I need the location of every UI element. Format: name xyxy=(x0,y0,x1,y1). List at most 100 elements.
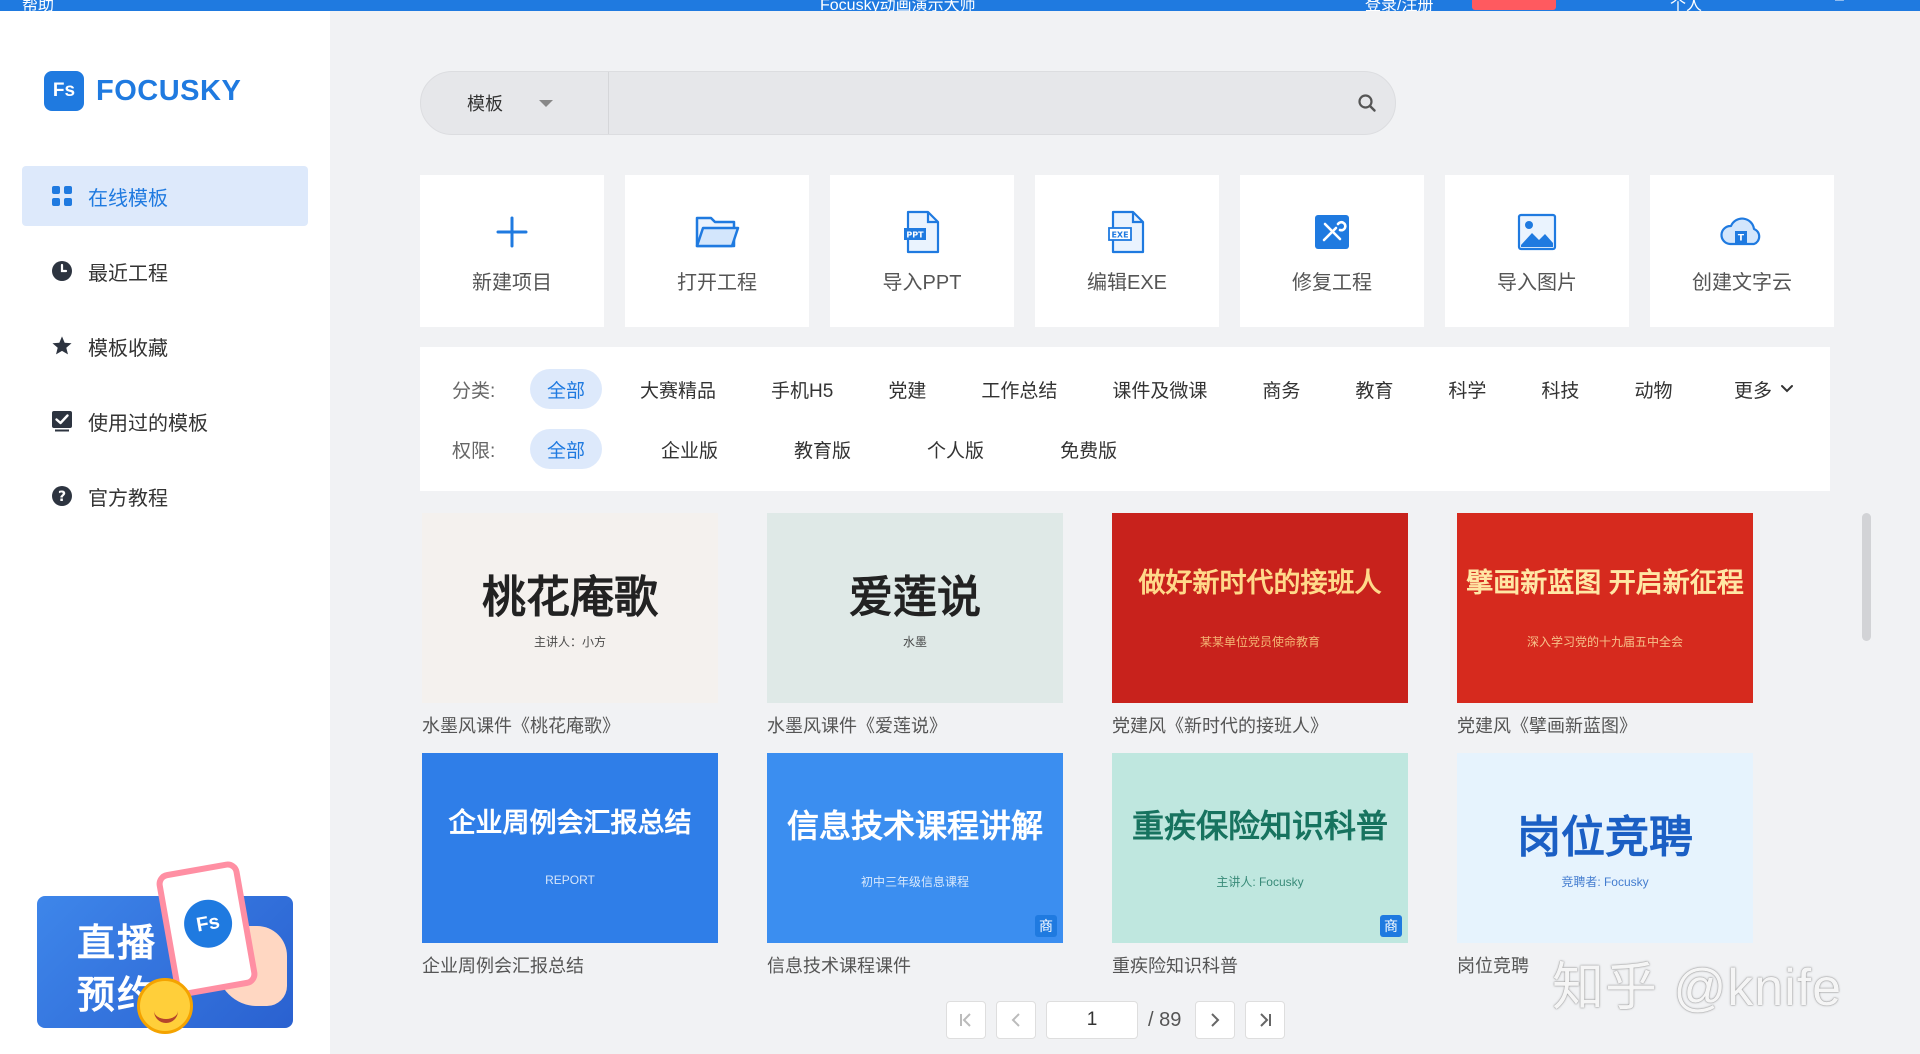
repair-icon xyxy=(1308,208,1356,256)
template-thumbnail[interactable]: 做好新时代的接班人 某某单位党员使命教育 xyxy=(1112,513,1408,703)
first-page-button[interactable] xyxy=(946,1001,986,1039)
category-chip[interactable]: 科学 xyxy=(1431,369,1503,409)
template-card[interactable]: 擘画新蓝图 开启新征程 深入学习党的十九届五中全会党建风《擘画新蓝图》 xyxy=(1457,513,1753,738)
permission-filter-label: 权限: xyxy=(452,440,496,462)
new-project-button[interactable]: 新建项目 xyxy=(420,175,604,327)
page-number-input[interactable] xyxy=(1046,1001,1138,1039)
template-thumbnail[interactable]: 企业周例会汇报总结 REPORT xyxy=(422,753,718,943)
prev-page-button[interactable] xyxy=(996,1001,1036,1039)
sidebar-item-favorites[interactable]: 模板收藏 xyxy=(22,316,308,376)
category-chip[interactable]: 动物 xyxy=(1617,369,1689,409)
permission-filter-row: 权限: 全部 企业版 教育版 个人版 免费版 xyxy=(420,427,1176,471)
app-logo: Fs FOCUSKY xyxy=(44,71,241,111)
zhihu-watermark: 知乎 @knife xyxy=(1552,959,1843,1017)
permission-chip[interactable]: 企业版 xyxy=(644,429,735,469)
user-menu[interactable]: 个人 xyxy=(1670,0,1702,11)
thumbnail-title: 信息技术课程讲解 xyxy=(786,808,1043,844)
create-word-cloud-button[interactable]: T 创建文字云 xyxy=(1650,175,1834,327)
sidebar-nav: 在线模板 最近工程 模板收藏 使用过的模板 ? 官方教程 xyxy=(22,166,308,541)
template-card[interactable]: 桃花庵歌 主讲人：小方水墨风课件《桃花庵歌》 xyxy=(422,513,718,738)
permission-chip[interactable]: 全部 xyxy=(530,429,603,469)
sidebar: Fs FOCUSKY 在线模板 最近工程 模板收藏 使用过的模板 ? 官方教程 … xyxy=(0,11,330,1054)
edit-exe-button[interactable]: EXE 编辑EXE xyxy=(1035,175,1219,327)
thumbnail-subtitle: 某某单位党员使命教育 xyxy=(1199,635,1320,649)
category-chip[interactable]: 手机H5 xyxy=(754,369,850,409)
template-card[interactable]: 做好新时代的接班人 某某单位党员使命教育党建风《新时代的接班人》 xyxy=(1112,513,1408,738)
template-card[interactable]: 企业周例会汇报总结 REPORT 企业周例会汇报总结 xyxy=(422,753,718,978)
repair-project-button[interactable]: 修复工程 xyxy=(1240,175,1424,327)
sidebar-item-label: 官方教程 xyxy=(88,487,168,510)
thumbnail-subtitle: 主讲人：小方 xyxy=(533,635,606,649)
category-chip[interactable]: 工作总结 xyxy=(964,369,1074,409)
ppt-file-icon: PPT xyxy=(898,208,946,256)
category-chip[interactable]: 科技 xyxy=(1524,369,1596,409)
sidebar-item-recent-projects[interactable]: 最近工程 xyxy=(22,241,308,301)
sidebar-item-tutorials[interactable]: ? 官方教程 xyxy=(22,466,308,526)
category-chip[interactable]: 党建 xyxy=(871,369,943,409)
svg-text:EXE: EXE xyxy=(1111,230,1128,239)
template-thumbnail[interactable]: 信息技术课程讲解 初中三年级信息课程商 xyxy=(767,753,1063,943)
folder-icon xyxy=(693,208,741,256)
template-thumbnail[interactable]: 爱莲说 水墨 xyxy=(767,513,1063,703)
thumbnail-title: 擘画新蓝图 开启新征程 xyxy=(1466,568,1744,598)
login-link[interactable]: 登录/注册 xyxy=(1365,0,1433,11)
template-title[interactable]: 水墨风课件《桃花庵歌》 xyxy=(422,712,718,738)
more-categories-button[interactable]: 更多 xyxy=(1734,367,1794,411)
cloud-icon: T xyxy=(1718,208,1766,256)
caret-down-icon xyxy=(539,99,553,107)
thumbnail-subtitle: 竞聘者: Focusky xyxy=(1561,875,1649,889)
sidebar-item-label: 使用过的模板 xyxy=(88,412,208,435)
template-thumbnail[interactable]: 重疾保险知识科普 主讲人: Focusky 商 xyxy=(1112,753,1408,943)
import-image-button[interactable]: 导入图片 xyxy=(1445,175,1629,327)
scrollbar-thumb[interactable] xyxy=(1862,513,1871,641)
sidebar-item-label: 最近工程 xyxy=(88,262,168,285)
star-icon xyxy=(50,334,74,358)
template-title[interactable]: 党建风《新时代的接班人》 xyxy=(1112,712,1408,738)
category-chip[interactable]: 大赛精品 xyxy=(623,369,733,409)
template-card[interactable]: 爱莲说水墨水墨风课件《爱莲说》 xyxy=(767,513,1063,738)
thumbnail-subtitle: 主讲人: Focusky xyxy=(1216,875,1304,889)
last-page-icon xyxy=(1260,1013,1272,1027)
business-badge: 商 xyxy=(1380,915,1402,937)
template-title[interactable]: 党建风《擘画新蓝图》 xyxy=(1457,712,1753,738)
thumbnail-title: 爱莲说 xyxy=(849,573,981,622)
action-label: 导入图片 xyxy=(1497,271,1577,294)
filter-panel: 分类: 全部 大赛精品 手机H5 党建 工作总结 课件及微课 商务 教育 科学 … xyxy=(420,347,1830,491)
search-scope-select[interactable]: 模板 xyxy=(421,72,609,134)
promo-badge[interactable] xyxy=(1472,0,1556,10)
template-card[interactable]: 重疾保险知识科普 主讲人: Focusky 商重疾险知识科普 xyxy=(1112,753,1408,978)
last-page-button[interactable] xyxy=(1245,1001,1286,1039)
permission-chip[interactable]: 免费版 xyxy=(1043,429,1134,469)
permission-chip[interactable]: 教育版 xyxy=(777,429,868,469)
category-chip[interactable]: 商务 xyxy=(1245,369,1317,409)
more-label: 更多 xyxy=(1733,380,1772,402)
next-page-button[interactable] xyxy=(1195,1001,1236,1039)
template-title[interactable]: 信息技术课程课件 xyxy=(767,952,1063,978)
help-menu[interactable]: 帮助 xyxy=(22,0,54,11)
category-chip[interactable]: 课件及微课 xyxy=(1095,369,1224,409)
permission-chip[interactable]: 个人版 xyxy=(910,429,1001,469)
open-project-button[interactable]: 打开工程 xyxy=(625,175,809,327)
help-circle-icon: ? xyxy=(50,484,74,508)
template-title[interactable]: 企业周例会汇报总结 xyxy=(422,952,718,978)
sidebar-item-online-templates[interactable]: 在线模板 xyxy=(22,166,308,226)
template-thumbnail[interactable]: 岗位竞聘 竞聘者: Focusky xyxy=(1457,753,1753,943)
template-card[interactable]: 信息技术课程讲解 初中三年级信息课程商信息技术课程课件 xyxy=(767,753,1063,978)
sidebar-item-used-templates[interactable]: 使用过的模板 xyxy=(22,391,308,451)
search-bar: 模板 xyxy=(420,71,1396,135)
search-input[interactable] xyxy=(609,72,1339,134)
minimize-button[interactable]: – xyxy=(1835,0,1844,9)
template-title[interactable]: 水墨风课件《爱莲说》 xyxy=(767,712,1063,738)
import-ppt-button[interactable]: PPT 导入PPT xyxy=(830,175,1014,327)
quick-actions: 新建项目 打开工程 PPT 导入PPT EXE 编辑EXE 修复工程 导入图片 … xyxy=(420,175,1834,327)
template-thumbnail[interactable]: 擘画新蓝图 开启新征程 深入学习党的十九届五中全会 xyxy=(1457,513,1753,703)
live-booking-banner[interactable]: 直播 预约 Fs xyxy=(37,859,293,1034)
search-button[interactable] xyxy=(1339,72,1395,134)
template-thumbnail[interactable]: 桃花庵歌 主讲人：小方 xyxy=(422,513,718,703)
grid-icon xyxy=(50,184,74,208)
category-chip[interactable]: 教育 xyxy=(1338,369,1410,409)
template-title[interactable]: 重疾险知识科普 xyxy=(1112,952,1408,978)
thumbnail-subtitle: 水墨 xyxy=(902,635,927,649)
category-chip[interactable]: 全部 xyxy=(530,369,603,409)
clock-icon xyxy=(50,259,74,283)
